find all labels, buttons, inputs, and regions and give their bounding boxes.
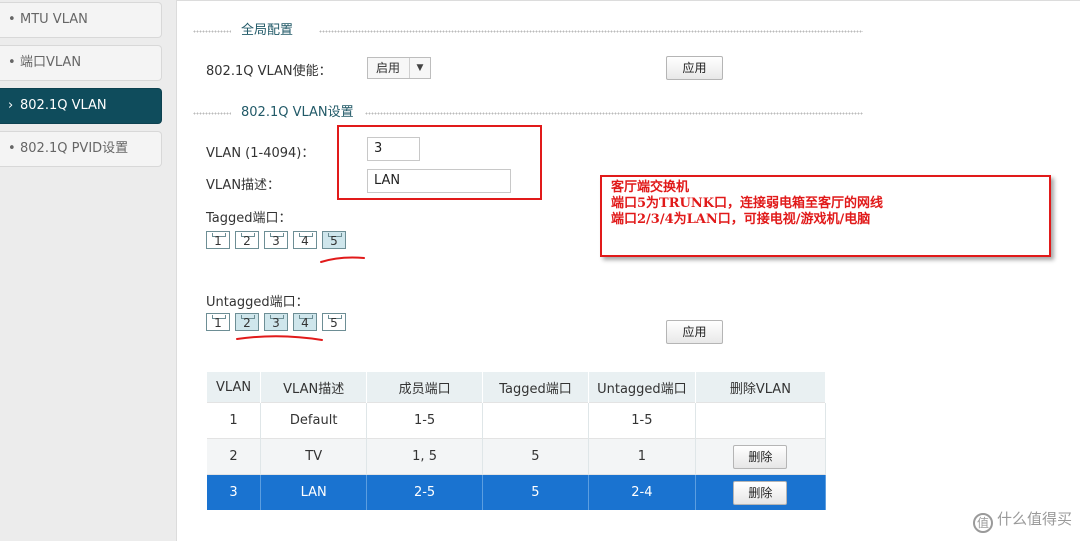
tagged-port-3[interactable]: 3 (264, 231, 288, 249)
sidebar-item-mtu-vlan[interactable]: • MTU VLAN (0, 2, 162, 38)
table-cell (695, 402, 827, 439)
annotation-line: 端口2/3/4为LAN口，可接电视/游戏机/电脑 (611, 212, 871, 227)
tagged-port-5[interactable]: 5 (322, 231, 346, 249)
table-cell: 5 (482, 474, 589, 510)
tagged-port-4[interactable]: 4 (293, 231, 317, 249)
table-cell: 1 (588, 438, 696, 475)
table-cell: 2-5 (366, 474, 483, 510)
table-header: VLAN (207, 372, 262, 403)
table-cell: 2-4 (588, 474, 696, 510)
vlan-enable-select[interactable]: 启用 ▼ (367, 57, 431, 79)
table-header: Tagged端口 (482, 372, 589, 403)
annotation-line: 端口5为TRUNK口，连接弱电箱至客厅的网线 (611, 196, 884, 211)
sidebar-item-label: 802.1Q VLAN (20, 98, 107, 113)
untagged-port-1[interactable]: 1 (206, 313, 230, 331)
table-row[interactable]: 2 TV 1, 5 5 1 删除 (207, 438, 827, 475)
annotation-highlight-box (337, 125, 542, 200)
table-cell: 1 (207, 402, 262, 439)
untagged-port-4[interactable]: 4 (293, 313, 317, 331)
untagged-port-3[interactable]: 3 (264, 313, 288, 331)
vlan-enable-label: 802.1Q VLAN使能： (206, 64, 332, 79)
section-divider (193, 112, 231, 115)
untagged-ports-label: Untagged端口： (206, 295, 309, 310)
table-row[interactable]: 1 Default 1-5 1-5 (207, 402, 827, 439)
sidebar-item-8021q-vlan[interactable]: › 802.1Q VLAN (0, 88, 162, 124)
tagged-ports-label: Tagged端口： (206, 211, 292, 226)
section-title: 全局配置 (241, 23, 294, 38)
sidebar-item-label: MTU VLAN (20, 12, 88, 27)
untagged-port-2[interactable]: 2 (235, 313, 259, 331)
section-divider (365, 112, 863, 115)
table-cell: 5 (482, 438, 589, 475)
table-header-row: VLAN VLAN描述 成员端口 Tagged端口 Untagged端口 删除V… (207, 372, 827, 403)
section-title: 802.1Q VLAN设置 (241, 105, 354, 120)
table-header: VLAN描述 (260, 372, 368, 403)
table-header: 删除VLAN (695, 372, 827, 403)
main-panel: 全局配置 802.1Q VLAN使能： 启用 ▼ 应用 802.1Q VLAN设… (176, 0, 1080, 541)
section-divider (193, 30, 231, 33)
sidebar-item-label: 端口VLAN (20, 55, 82, 70)
section-header-vlan-settings: 802.1Q VLAN设置 (193, 105, 863, 121)
sidebar: • MTU VLAN • 端口VLAN › 802.1Q VLAN • 802.1Q P… (0, 0, 164, 541)
table-row-selected[interactable]: 3 LAN 2-5 5 2-4 删除 (207, 474, 827, 510)
annotation-note: 客厅端交换机 端口5为TRUNK口，连接弱电箱至客厅的网线 端口2/3/4为LA… (600, 175, 1051, 257)
vlan-apply-button[interactable]: 应用 (666, 320, 723, 344)
watermark-text: 什么值得买 (996, 510, 1072, 528)
annotation-underline-tagged (320, 256, 365, 263)
table-cell: 2 (207, 438, 262, 475)
table-cell (482, 402, 589, 439)
watermark-logo-icon: 值 (972, 513, 993, 533)
tagged-port-1[interactable]: 1 (206, 231, 230, 249)
annotation-underline-untagged (236, 335, 323, 341)
table-cell: TV (260, 438, 368, 475)
vlan-desc-label: VLAN描述： (206, 178, 281, 193)
table-cell: 1-5 (588, 402, 696, 439)
watermark: 值什么值得买 (972, 508, 1072, 533)
untagged-port-5[interactable]: 5 (322, 313, 346, 331)
sidebar-item-port-vlan[interactable]: • 端口VLAN (0, 45, 162, 81)
table-cell: LAN (260, 474, 368, 510)
sidebar-item-8021q-pvid[interactable]: • 802.1Q PVID设置 (0, 131, 162, 167)
global-apply-button[interactable]: 应用 (666, 56, 723, 80)
table-cell: 1-5 (366, 402, 483, 439)
tagged-port-2[interactable]: 2 (235, 231, 259, 249)
tagged-ports-group: 12345 (206, 231, 351, 251)
section-header-global: 全局配置 (193, 23, 863, 39)
chevron-down-icon: ▼ (409, 58, 430, 78)
table-cell: 删除 (695, 474, 827, 510)
delete-button[interactable]: 删除 (733, 444, 788, 469)
table-cell: 删除 (695, 438, 827, 475)
sidebar-item-label: 802.1Q PVID设置 (20, 141, 129, 156)
table-cell: 3 (207, 474, 262, 510)
section-divider (319, 30, 863, 33)
annotation-line: 客厅端交换机 (611, 180, 690, 195)
delete-button[interactable]: 删除 (733, 480, 788, 505)
table-header: Untagged端口 (588, 372, 696, 403)
vlan-id-label: VLAN (1-4094)： (206, 146, 315, 161)
table-cell: 1, 5 (366, 438, 483, 475)
untagged-ports-group: 12345 (206, 313, 351, 333)
table-header: 成员端口 (366, 372, 483, 403)
vlan-table: VLAN VLAN描述 成员端口 Tagged端口 Untagged端口 删除V… (207, 372, 827, 510)
table-cell: Default (260, 402, 368, 439)
